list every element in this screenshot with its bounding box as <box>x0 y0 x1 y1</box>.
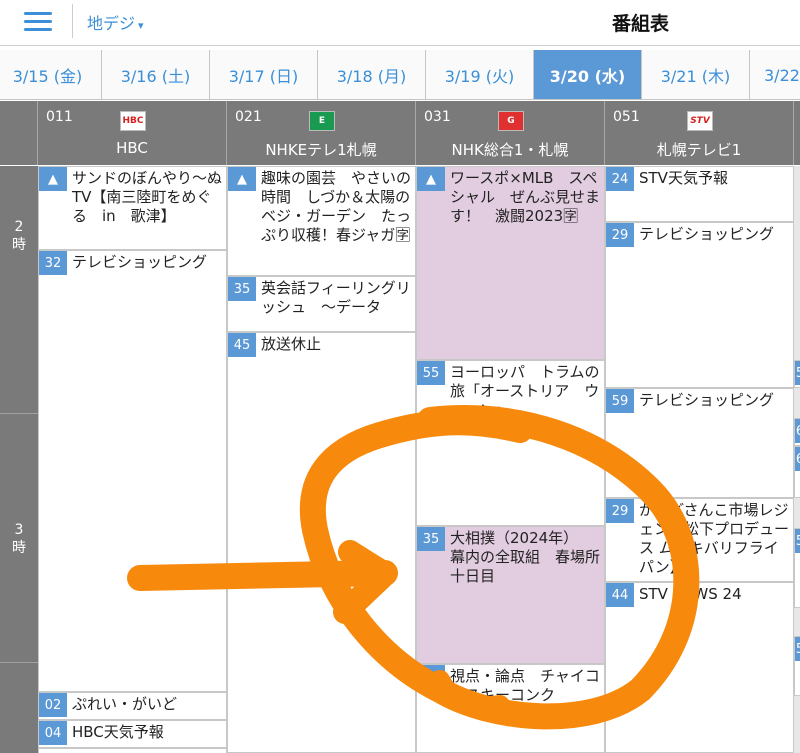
program-title: ぷれい・がいど <box>72 695 178 713</box>
date-tab[interactable]: 3/16 (土) <box>102 50 210 99</box>
date-tab-active[interactable]: 3/20 (水) <box>534 50 642 99</box>
start-minute-badge: 5 <box>795 637 800 661</box>
start-minute-badge: 02 <box>39 693 67 717</box>
program-cell[interactable]: ▲ 趣味の園芸 やさいの時間 しづか＆太陽のベジ・ガーデン たっぷり収穫！春ジャ… <box>227 166 416 276</box>
program-cell-partial[interactable]: 6 <box>794 418 800 446</box>
start-minute-badge: 35 <box>417 527 445 551</box>
program-title: かしどさんこ市場レジェンド松下プロデュース ムテキバリフライパン】 <box>639 501 790 576</box>
channel-name: HBC <box>116 139 148 157</box>
broadcast-band-label: 地デジ <box>87 14 136 33</box>
channel-header-sogo[interactable]: 031 G NHK総合1・札幌 <box>416 101 605 165</box>
channel-name: 札幌テレビ1 <box>656 141 742 159</box>
program-cell[interactable]: 35 大相撲（2024年） 幕内の全取組 春場所 十日目 <box>416 526 605 664</box>
program-cell-partial[interactable]: 5 <box>794 360 800 388</box>
channel-name: NHK総合1・札幌 <box>451 141 569 159</box>
channel-header-hbc[interactable]: 011 HBC HBC <box>38 101 227 165</box>
hour-column: 2 時 3 時 <box>0 166 38 753</box>
start-minute-badge: 29 <box>606 223 634 247</box>
program-title: テレビショッピング <box>639 391 775 409</box>
page-title: 番組表 <box>612 13 670 35</box>
program-title: STV天気予報 <box>639 169 728 187</box>
program-title: 趣味の園芸 やさいの時間 しづか＆太陽のベジ・ガーデン たっぷり収穫！春ジャガ🈑 <box>261 169 412 244</box>
channel-name: NHKEテレ1札幌 <box>265 141 377 159</box>
program-cell[interactable]: 44 STV NEWS 24 <box>605 582 794 753</box>
start-minute-badge: ▲ <box>39 167 67 191</box>
start-minute-badge: 32 <box>39 251 67 275</box>
program-title: STV NEWS 24 <box>639 585 742 603</box>
program-cell-partial[interactable]: 6 <box>794 446 800 498</box>
caret-down-icon: ▾ <box>138 19 144 32</box>
program-cell[interactable]: 29 かしどさんこ市場レジェンド松下プロデュース ムテキバリフライパン】 <box>605 498 794 582</box>
broadcast-band-selector[interactable]: 地デジ ▾ <box>87 10 144 34</box>
start-minute-badge: 6 <box>795 419 800 443</box>
program-cell-partial[interactable]: 5 <box>794 636 800 696</box>
program-cell-partial[interactable]: 5 <box>794 528 800 608</box>
date-tab[interactable]: 3/21 (木) <box>642 50 750 99</box>
start-minute-badge: 29 <box>606 499 634 523</box>
start-minute-badge: 45 <box>228 333 256 357</box>
start-minute-badge: 6 <box>795 447 800 471</box>
etele-logo-icon: E <box>309 111 335 131</box>
channel-number: 051 <box>613 109 640 125</box>
start-minute-badge: 24 <box>606 167 634 191</box>
channel-header-etele[interactable]: 021 E NHKEテレ1札幌 <box>227 101 416 165</box>
hour-label-2: 2 時 <box>0 166 38 414</box>
program-title: ワースポ×MLB スペシャル ぜんぶ見せます！ 激闘2023🈑 <box>450 169 601 225</box>
sogo-logo-icon: G <box>498 111 524 131</box>
hbc-logo-icon: HBC <box>120 111 146 131</box>
date-tab[interactable]: 3/19 (火) <box>426 50 534 99</box>
top-bar: 地デジ ▾ 番組表 <box>0 0 800 46</box>
channel-header-partial <box>794 101 800 165</box>
start-minute-badge: ▲ <box>417 167 445 191</box>
program-cell[interactable]: 視点・論点 チャイコフスキーコンク <box>416 664 605 753</box>
program-cell[interactable]: 55 ヨーロッパ トラムの旅「オーストリア ウィーン」 <box>416 360 605 526</box>
program-cell[interactable]: 59 テレビショッピング <box>605 388 794 498</box>
channel-header-stv[interactable]: 051 STV 札幌テレビ1 <box>605 101 794 165</box>
program-title: 大相撲（2024年） 幕内の全取組 春場所 十日目 <box>450 529 604 585</box>
program-title: テレビショッピング <box>72 253 208 271</box>
date-tab[interactable]: 3/17 (日) <box>210 50 318 99</box>
program-cell[interactable]: 32 テレビショッピング <box>38 250 227 692</box>
program-cell[interactable]: 35 英会話フィーリングリッシュ ～データ <box>227 276 416 332</box>
program-cell[interactable]: 24 STV天気予報 <box>605 166 794 222</box>
start-minute-badge: 59 <box>606 389 634 413</box>
menu-icon[interactable] <box>24 11 54 33</box>
date-tab[interactable]: 3/22 <box>750 50 800 99</box>
channel-number: 011 <box>46 109 73 125</box>
program-cell[interactable]: ▲ サンドのぼんやり～ぬTV【南三陸町をめぐる in 歌津】 <box>38 166 227 250</box>
program-cell[interactable]: 29 テレビショッピング <box>605 222 794 388</box>
date-tab[interactable]: 3/15 (金) <box>0 50 102 99</box>
program-title: HBC天気予報 <box>72 723 164 741</box>
start-minute-badge: 5 <box>795 361 800 385</box>
program-cell[interactable]: 04 HBC天気予報 <box>38 720 227 748</box>
start-minute-badge: 55 <box>417 361 445 385</box>
program-title: テレビショッピング <box>639 225 775 243</box>
program-cell[interactable]: ▲ ワースポ×MLB スペシャル ぜんぶ見せます！ 激闘2023🈑 <box>416 166 605 360</box>
channel-number: 021 <box>235 109 262 125</box>
program-title: ヨーロッパ トラムの旅「オーストリア ウィーン」 <box>450 363 600 419</box>
date-tab-bar: 3/15 (金) 3/16 (土) 3/17 (日) 3/18 (月) 3/19… <box>0 50 800 100</box>
start-minute-badge <box>417 665 445 689</box>
start-minute-badge: 35 <box>228 277 256 301</box>
program-cell[interactable] <box>38 748 227 753</box>
program-cell[interactable]: 02 ぷれい・がいど <box>38 692 227 720</box>
program-title: 放送休止 <box>261 335 322 353</box>
start-minute-badge: 04 <box>39 721 67 745</box>
stv-logo-icon: STV <box>687 111 713 131</box>
program-title: サンドのぼんやり～ぬTV【南三陸町をめぐる in 歌津】 <box>72 169 223 225</box>
top-divider <box>72 4 73 38</box>
start-minute-badge: 5 <box>795 529 800 553</box>
program-title: 視点・論点 チャイコフスキーコンク <box>450 667 600 704</box>
channel-number: 031 <box>424 109 451 125</box>
header-corner <box>0 101 38 165</box>
hour-label-3: 3 時 <box>0 415 38 663</box>
date-tab[interactable]: 3/18 (月) <box>318 50 426 99</box>
start-minute-badge: 44 <box>606 583 634 607</box>
start-minute-badge: ▲ <box>228 167 256 191</box>
program-cell[interactable]: 45 放送休止 <box>227 332 416 753</box>
program-title: 英会話フィーリングリッシュ ～データ <box>261 279 411 316</box>
